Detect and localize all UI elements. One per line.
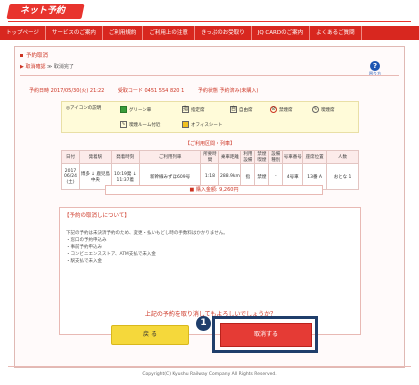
reservation-datetime: 予約日時 2017/05/30(火) 21:22 — [29, 88, 105, 94]
divider — [20, 75, 399, 76]
nav-item-jqcard[interactable]: JQ CARDのご案内 — [252, 26, 311, 40]
itinerary-table: 日付 発着駅 発着時刻 ご利用列車 所要時間 乗車距離 利用設備 禁煙喫煙 設備… — [61, 150, 359, 190]
page-title: 予約取消 — [20, 51, 399, 60]
annotation-number-badge: 1 — [196, 316, 211, 331]
green-car-icon — [120, 106, 127, 113]
non-reserved-icon: 自 — [230, 106, 237, 113]
nav-item-terms[interactable]: ご利用規約 — [103, 26, 144, 40]
reservation-status: 予約状態 予約済み(未購入) — [197, 88, 259, 94]
cancellation-notice-body: 下記の予約は未決済予約のため、変更・払いもどし時の手数料はかかりません。 ・窓口… — [66, 231, 228, 264]
nav-item-ticket-pickup[interactable]: きっぷのお受取り — [195, 26, 252, 40]
cancel-reservation-button[interactable]: 取消する — [220, 323, 312, 347]
pickup-code: 受取コード 0451 554 820 1 — [117, 88, 185, 94]
copyright: Copyright(C) Kyushu Railway Company All … — [142, 372, 277, 377]
smoking-room-icon: ∿ — [120, 121, 127, 128]
site-logo[interactable]: ネット予約 — [6, 4, 85, 19]
confirm-question: 上記の予約を取り消してもよろしいでしょうか？ — [144, 311, 277, 318]
header: ネット予約 — [0, 0, 419, 26]
nav-item-services[interactable]: サービスのご案内 — [46, 26, 103, 40]
reservation-info: 予約日時 2017/05/30(火) 21:22 受取コード 0451 554 … — [29, 87, 270, 94]
table-header-row: 日付 発着駅 発着時刻 ご利用列車 所要時間 乗車距離 利用設備 禁煙喫煙 設備… — [61, 150, 359, 164]
purchase-total: ■ 購入金額: 9,260円 — [105, 185, 323, 195]
footer-divider — [8, 366, 411, 367]
icon-legend: ◎アイコンの説明 グリーン車 指指定席 自自由席 ⊘ 禁煙席 ∿ 喫煙席 ∿ 喫煙ルー… — [61, 101, 359, 133]
itinerary-section-title: 【ご利用区間・列車】 — [184, 141, 235, 147]
cancellation-notice-title: 【予約の取消しについて】 — [64, 213, 130, 219]
smoking-icon: ∿ — [312, 106, 319, 113]
breadcrumb: ▶ 取消確認 ≫ 取消完了 — [20, 64, 74, 70]
header-divider — [8, 21, 411, 22]
back-button[interactable]: 戻 る — [111, 325, 189, 345]
nav-item-notes[interactable]: ご利用上の注意 — [143, 26, 195, 40]
office-seat-icon — [182, 121, 189, 128]
step-cancel-confirm: ▶ 取消確認 — [20, 64, 46, 70]
legend-title: ◎アイコンの説明 — [66, 106, 102, 111]
step-cancel-complete: 取消完了 — [53, 64, 74, 70]
nav-item-faq[interactable]: よくあるご質問 — [310, 26, 362, 40]
nav-item-top[interactable]: トップページ — [0, 26, 46, 40]
reserved-seat-icon: 指 — [182, 106, 189, 113]
top-navigation: トップページ サービスのご案内 ご利用規約 ご利用上の注意 きっぷのお受取り J… — [0, 26, 419, 40]
no-smoking-icon: ⊘ — [270, 106, 277, 113]
question-icon: ? — [370, 61, 380, 71]
